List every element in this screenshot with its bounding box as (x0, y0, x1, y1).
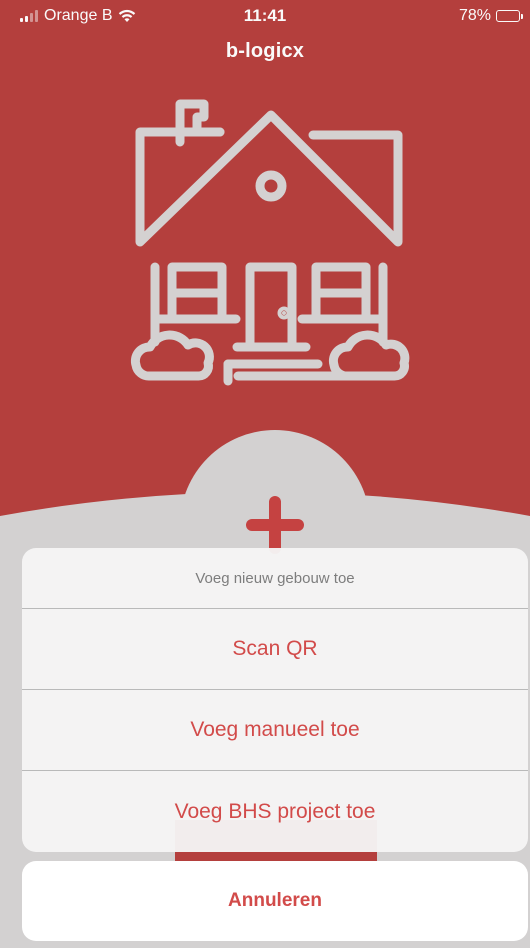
action-sheet: Voeg nieuw gebouw toe Scan QR Voeg manue… (22, 548, 528, 852)
action-sheet-title: Voeg nieuw gebouw toe (22, 548, 528, 609)
cancel-button[interactable]: Annuleren (22, 861, 528, 941)
scan-qr-option[interactable]: Scan QR (22, 609, 528, 690)
add-manually-option[interactable]: Voeg manueel toe (22, 690, 528, 771)
app-screen: Orange B 11:41 78% b-logicx Voeg nieuw g… (0, 0, 530, 948)
add-bhs-project-option[interactable]: Voeg BHS project toe (22, 771, 528, 852)
